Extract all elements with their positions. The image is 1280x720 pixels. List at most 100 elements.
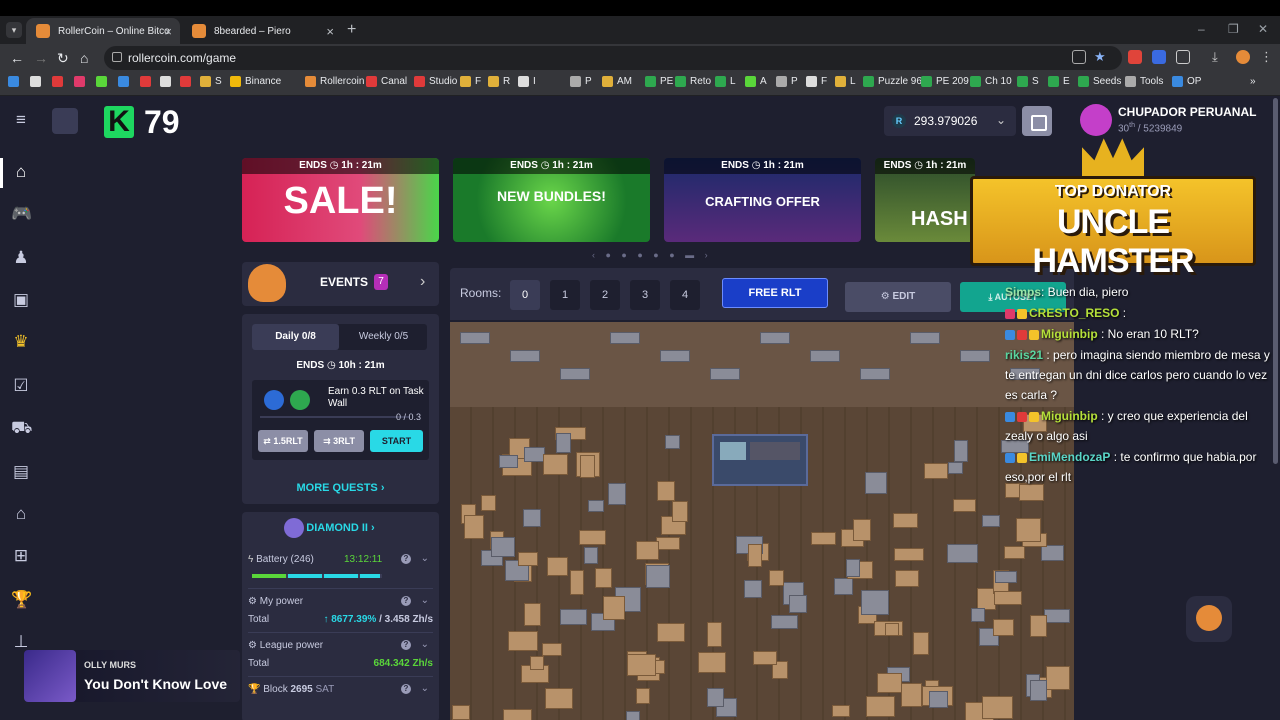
bookmark-item[interactable]: AM [602,76,632,87]
hamburger-menu-icon[interactable]: ≡ [11,110,31,130]
bookmark-item[interactable]: I [518,76,536,87]
page-scrollbar[interactable] [1273,98,1278,464]
gamepad-icon[interactable]: 🎮 [11,204,32,224]
referral-icon[interactable]: ♟ [11,248,31,268]
bookmark-icon[interactable] [52,76,67,87]
trophy-icon[interactable]: 🏆 [11,590,32,610]
more-bookmarks-icon[interactable]: » [1250,76,1256,87]
bookmark-item[interactable]: PE [645,76,673,87]
extension-icon[interactable] [1152,50,1166,64]
bookmark-icon[interactable] [140,76,155,87]
bookmark-icon[interactable] [180,76,195,87]
bookmark-item[interactable]: S [200,76,222,87]
sale-banner[interactable]: ENDS ◷ 1h : 21m SALE! [242,158,439,242]
bookmark-item[interactable]: Puzzle 96 [863,76,922,87]
bookmark-item[interactable]: Tools [1125,76,1163,87]
skip-1-5rlt-button[interactable]: ⇄ 1.5RLT [258,430,308,452]
bookmark-item[interactable]: R [488,76,510,87]
install-app-icon[interactable] [1072,50,1086,64]
crafting-banner[interactable]: ENDS ◷ 1h : 21m CRAFTING OFFER [664,158,861,242]
chevron-down-icon[interactable]: ⌄ [421,639,429,650]
bookmark-item[interactable]: Reto [675,76,711,87]
room-button[interactable]: 0 [510,280,540,310]
hash-banner[interactable]: ENDS ◷ 1h : 21m HASH [875,158,975,242]
tab-weekly[interactable]: Weekly 0/5 [340,324,427,350]
start-quest-button[interactable]: START [370,430,423,452]
bookmark-item[interactable]: L [835,76,856,87]
bookmark-item[interactable]: Canal [366,76,407,87]
avatar[interactable] [1080,104,1112,136]
tab-daily[interactable]: Daily 0/8 [252,324,339,350]
bookmark-icon[interactable] [118,76,133,87]
balance-selector[interactable]: R 293.979026 ⌄ [884,106,1016,136]
bookmark-item[interactable]: Ch 10 [970,76,1012,87]
home-icon[interactable]: ⌂ [11,162,31,182]
marketplace-cart-icon[interactable]: ⛟ [11,418,32,438]
bookmark-item[interactable]: Binance [230,76,281,87]
gift-icon[interactable]: ⊞ [11,546,31,566]
home-icon[interactable]: ⌂ [80,50,88,66]
bookmark-item[interactable]: Rollercoin [305,76,364,87]
wallet-button[interactable] [1022,106,1052,136]
game-room-canvas[interactable] [450,322,1074,720]
bookmark-item[interactable]: PE 209 [921,76,969,87]
bookmark-icon[interactable] [8,76,23,87]
bookmark-item[interactable]: Studio [414,76,457,87]
close-icon[interactable]: × [326,24,334,39]
bookmark-icon[interactable] [96,76,111,87]
help-icon[interactable]: ? [401,684,411,694]
skip-3rlt-button[interactable]: ⇉ 3RLT [314,430,364,452]
more-quests-link[interactable]: MORE QUESTS › [242,482,439,494]
chevron-down-icon[interactable]: ⌄ [421,683,429,694]
hamster-support-button[interactable] [1186,596,1232,642]
reload-icon[interactable]: ↻ [57,50,69,67]
tab-search-icon[interactable]: ▾ [6,22,22,38]
bundles-banner[interactable]: ENDS ◷ 1h : 21m NEW BUNDLES! [453,158,650,242]
help-icon[interactable]: ? [401,554,411,564]
tasks-icon[interactable]: ☑ [11,376,31,396]
download-icon[interactable]: ⤓ [1212,50,1226,64]
extensions-puzzle-icon[interactable] [1176,50,1190,64]
tab-rollercoin[interactable]: RollerCoin – Online Bitcoin Mir × [26,18,180,44]
more-icon[interactable]: ⊥ [11,632,31,652]
username[interactable]: CHUPADOR PERUANAL [1118,105,1256,119]
shop-icon[interactable]: ▤ [11,462,31,482]
bookmark-item[interactable]: A [745,76,767,87]
crown-icon[interactable]: ♛ [11,332,31,352]
chevron-right-icon[interactable]: › [420,273,425,291]
mining-desk[interactable] [712,434,808,486]
bookmark-icon[interactable] [160,76,175,87]
bookmark-item[interactable]: S [1017,76,1039,87]
carousel-dots[interactable]: ‹ ● ● ● ● ● ▬ › [592,250,712,260]
bookmark-item[interactable]: P [776,76,798,87]
restore-icon[interactable]: ❐ [1228,22,1239,36]
bank-icon[interactable]: ⌂ [11,504,31,524]
menu-dots-icon[interactable]: ⋮ [1260,50,1274,64]
room-button[interactable]: 1 [550,280,580,310]
edit-button[interactable]: ⚙ EDIT [845,282,951,312]
bookmark-item[interactable]: F [460,76,481,87]
close-window-icon[interactable]: ✕ [1258,22,1268,36]
room-button[interactable]: 4 [670,280,700,310]
free-rlt-button[interactable]: FREE RLT [722,278,828,308]
tab-8bearded[interactable]: 8bearded – Piero × [182,18,342,44]
help-icon[interactable]: ? [401,640,411,650]
bookmark-item[interactable]: Seeds [1078,76,1121,87]
league-link[interactable]: DIAMOND II › [242,522,439,534]
storage-icon[interactable]: ▣ [11,290,31,310]
bookmark-item[interactable]: E [1048,76,1070,87]
star-icon[interactable]: ★ [1094,50,1108,64]
bookmark-icon[interactable] [30,76,45,87]
user-avatar-small-icon[interactable] [52,108,78,134]
bookmark-icon[interactable] [74,76,89,87]
room-button[interactable]: 2 [590,280,620,310]
new-tab-icon[interactable]: + [347,21,356,39]
url-input[interactable]: rollercoin.com/game [104,46,1122,70]
bookmark-item[interactable]: P [570,76,592,87]
minimize-icon[interactable]: – [1198,22,1205,36]
bookmark-item[interactable]: OP [1172,76,1201,87]
chevron-down-icon[interactable]: ⌄ [421,553,429,564]
forward-icon[interactable]: → [34,50,48,66]
extension-icon[interactable] [1128,50,1142,64]
back-icon[interactable]: ← [10,50,24,66]
